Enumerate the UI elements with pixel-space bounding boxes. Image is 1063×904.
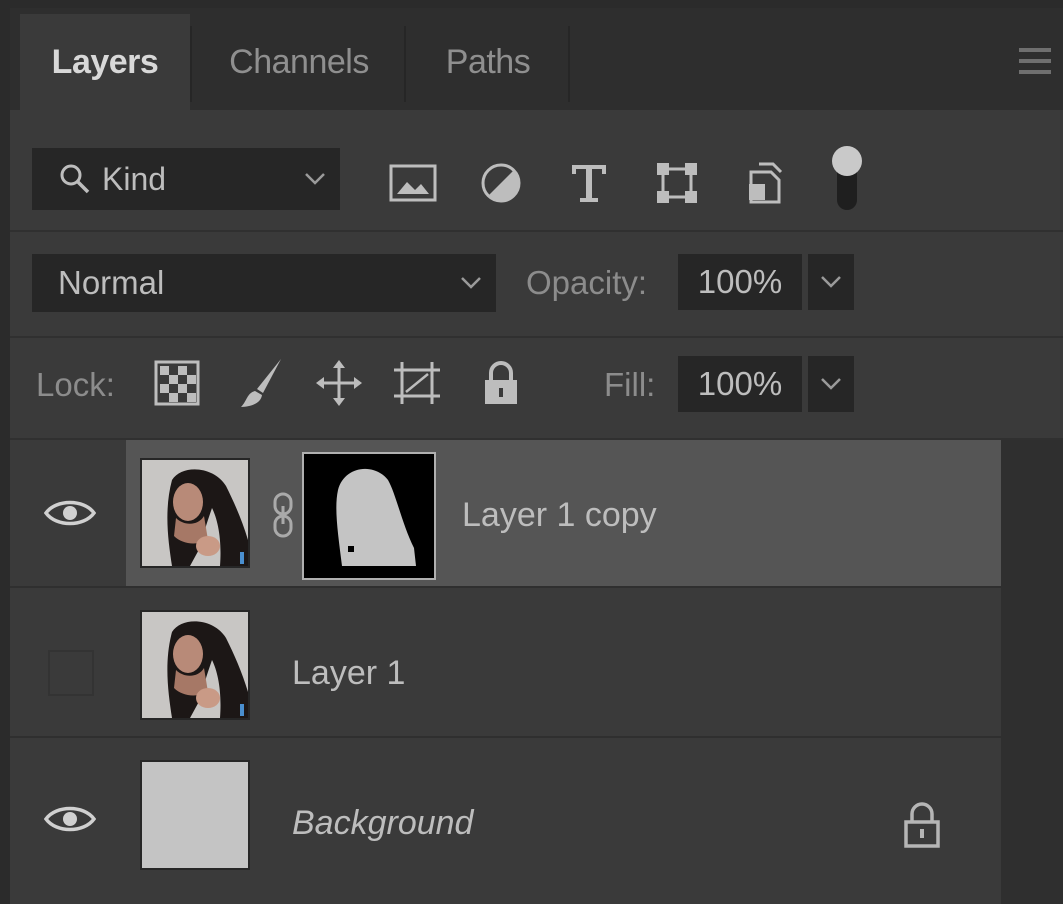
lock-all-icon[interactable] xyxy=(476,358,526,408)
divider xyxy=(10,336,1063,338)
image-filter-icon[interactable] xyxy=(388,158,438,208)
fill-dropdown-button[interactable] xyxy=(808,356,854,412)
layer-thumbnail[interactable] xyxy=(140,760,250,870)
layer-name[interactable]: Layer 1 copy xyxy=(462,496,657,535)
eye-icon[interactable] xyxy=(44,802,96,836)
layer-thumbnail[interactable] xyxy=(140,610,250,720)
lock-icon xyxy=(902,800,942,853)
mask-silhouette-image xyxy=(304,454,434,578)
tab-divider xyxy=(568,26,570,102)
opacity-dropdown-button[interactable] xyxy=(808,254,854,310)
divider xyxy=(10,230,1063,232)
portrait-thumbnail-image xyxy=(142,612,248,718)
lock-transparent-pixels-icon[interactable] xyxy=(152,358,202,408)
lock-position-icon[interactable] xyxy=(314,358,364,408)
layer-name[interactable]: Layer 1 xyxy=(292,654,405,693)
tab-divider xyxy=(190,26,192,102)
layer-row[interactable]: Background xyxy=(10,740,1063,904)
hamburger-icon[interactable] xyxy=(1019,48,1051,74)
layer-row-background xyxy=(126,740,1001,904)
tab-divider xyxy=(404,26,406,102)
layer-row[interactable]: Layer 1 xyxy=(10,590,1063,736)
chevron-down-icon xyxy=(821,276,841,288)
lock-label: Lock: xyxy=(36,366,115,403)
tab-paths[interactable]: Paths xyxy=(408,14,568,110)
lock-image-pixels-icon[interactable] xyxy=(236,358,286,408)
divider xyxy=(10,586,1063,588)
layer-name[interactable]: Background xyxy=(292,804,473,843)
opacity-input[interactable]: 100% xyxy=(678,254,802,310)
link-icon[interactable] xyxy=(272,492,294,543)
layer-thumbnail[interactable] xyxy=(140,458,250,568)
type-filter-icon[interactable] xyxy=(564,158,614,208)
adjustment-filter-icon[interactable] xyxy=(476,158,526,208)
chevron-down-icon xyxy=(821,378,841,390)
filter-toggle-switch[interactable] xyxy=(832,146,862,212)
eye-icon[interactable] xyxy=(44,496,96,530)
lock-artboard-icon[interactable] xyxy=(392,358,442,408)
blend-mode-value: Normal xyxy=(58,264,165,301)
shape-filter-icon[interactable] xyxy=(652,158,702,208)
layer-row-background xyxy=(126,590,1001,736)
panel-tabbar: Layers Channels Paths xyxy=(10,8,1063,110)
smart-object-filter-icon[interactable] xyxy=(740,158,790,208)
fill-label: Fill: xyxy=(604,366,656,403)
layer-row[interactable]: Layer 1 copy xyxy=(10,440,1063,586)
visibility-toggle-off[interactable] xyxy=(48,650,94,696)
fill-input[interactable]: 100% xyxy=(678,356,802,412)
tab-channels[interactable]: Channels xyxy=(194,14,404,110)
chevron-down-icon xyxy=(460,276,482,290)
filter-kind-label: Kind xyxy=(102,160,167,197)
search-icon xyxy=(58,162,92,196)
blend-mode-dropdown[interactable]: Normal xyxy=(32,254,496,312)
chevron-down-icon xyxy=(304,172,326,186)
tab-layers[interactable]: Layers xyxy=(20,14,190,110)
divider xyxy=(10,736,1063,738)
portrait-thumbnail-image xyxy=(142,460,248,566)
layers-panel: Layers Channels Paths Kind Normal Opacit… xyxy=(10,8,1063,904)
filter-kind-dropdown[interactable]: Kind xyxy=(32,148,340,210)
opacity-label: Opacity: xyxy=(526,264,648,301)
layer-mask-thumbnail[interactable] xyxy=(302,452,436,580)
